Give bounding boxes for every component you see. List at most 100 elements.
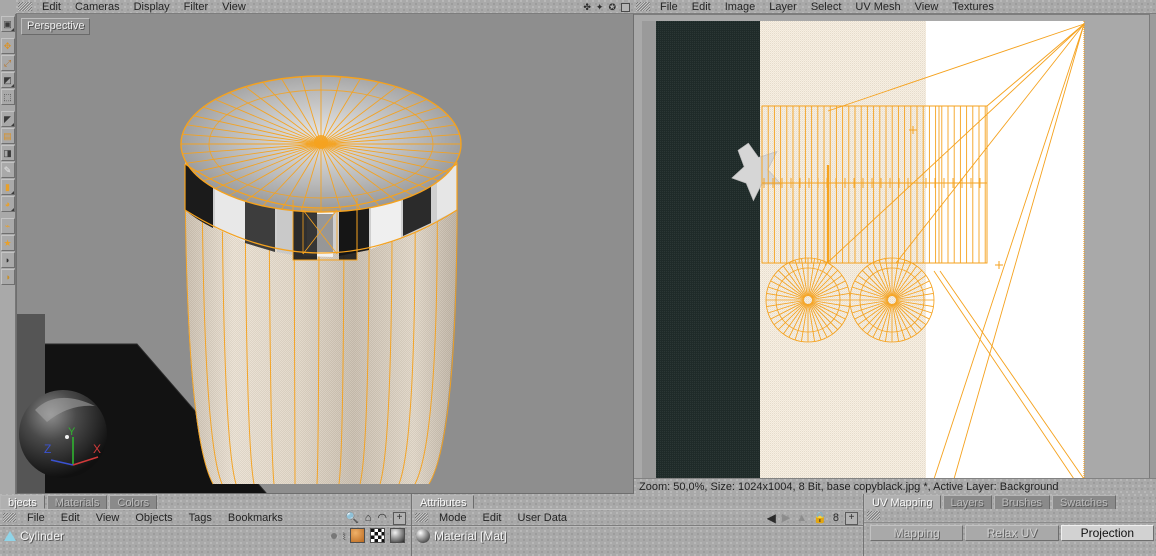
uv-menu-textures[interactable]: Textures [945, 0, 1001, 14]
object-name: Cylinder [20, 528, 65, 543]
back-arrow-icon[interactable]: ◀ [767, 512, 776, 524]
subtab-projection[interactable]: Projection [1060, 525, 1154, 541]
attributes-toolbar-icons[interactable]: ◀ ▶ ▲ 🔒 8 + [767, 510, 858, 526]
left-toolbar[interactable]: ▣ ✥ ⤢ ◩ ⬚ ◤ ▤ ◨ ✎ ▮ ◕ ⌁ ★ ◗ ◑ [0, 14, 16, 494]
viewport-3d[interactable]: Perspective Y X Z [16, 14, 634, 494]
material-sphere-icon [416, 528, 430, 543]
tab-objects[interactable]: bjects [0, 495, 45, 509]
uv-mapping-toolbar[interactable] [864, 509, 1156, 523]
home-icon[interactable]: ⌂ [365, 512, 372, 524]
lock-icon[interactable]: 🔒 [813, 512, 827, 524]
objects-menu-view[interactable]: View [88, 510, 128, 526]
viewport-menu-edit[interactable]: Edit [35, 0, 68, 14]
world-axis-icon[interactable]: ⬚ [0, 89, 15, 105]
attributes-menubar[interactable]: Mode Edit User Data ◀ ▶ ▲ 🔒 8 + [412, 509, 863, 526]
uv-menu-uv-mesh[interactable]: UV Mesh [848, 0, 907, 14]
uv-vertical-scrollbar[interactable] [1149, 14, 1156, 478]
up-arrow-icon[interactable]: ▲ [796, 512, 807, 524]
viewport-panel: Edit Cameras Display Filter View ✤ ✦ ✪ P… [16, 0, 634, 494]
tab-materials[interactable]: Materials [46, 495, 108, 509]
tab-uv-mapping[interactable]: UV Mapping [864, 495, 941, 509]
layer-dots-icon[interactable]: ⁞ [342, 531, 345, 541]
uv-menu-image[interactable]: Image [718, 0, 763, 14]
drag-grip-icon[interactable] [3, 513, 16, 522]
drag-grip-icon[interactable] [18, 2, 32, 11]
objects-menu-edit[interactable]: Edit [53, 510, 88, 526]
objects-panel: bjects Materials Colors File Edit View O… [0, 494, 412, 556]
tab-attributes[interactable]: Attributes [412, 495, 475, 509]
objects-tabrow[interactable]: bjects Materials Colors [0, 494, 411, 509]
viewport-controls[interactable]: ✤ ✦ ✪ [583, 0, 630, 14]
uv-texture-view[interactable] [634, 15, 1156, 478]
drag-grip-icon[interactable] [415, 513, 428, 522]
uv-mapping-subtabs[interactable]: Mapping Relax UV Projection [864, 523, 1156, 541]
uv-mapping-tabrow[interactable]: UV Mapping Layers Brushes Swatches [864, 494, 1156, 509]
subtab-mapping[interactable]: Mapping [870, 525, 964, 541]
attributes-tabrow[interactable]: Attributes [412, 494, 863, 509]
objects-menu-file[interactable]: File [19, 510, 53, 526]
attributes-menu-edit[interactable]: Edit [475, 510, 510, 526]
move-tool-icon[interactable]: ✥ [0, 38, 15, 54]
object-row-cylinder[interactable]: Cylinder ⁞ [0, 526, 411, 544]
layer-tool-icon[interactable]: ◑ [0, 269, 15, 285]
attributes-menu-mode[interactable]: Mode [431, 510, 475, 526]
uv-menu-select[interactable]: Select [804, 0, 849, 14]
uvw-tag-icon[interactable] [390, 528, 405, 543]
camera-rotate-icon[interactable]: ✪ [608, 2, 616, 12]
selection-tool-icon[interactable]: ▣ [0, 16, 15, 32]
add-box-icon[interactable]: + [845, 511, 858, 525]
shadow-tool-icon[interactable]: ◗ [0, 252, 15, 268]
bottom-panels: bjects Materials Colors File Edit View O… [0, 494, 1156, 556]
search-icon[interactable]: 🔍 [345, 512, 359, 524]
object-row-icons[interactable]: ⁞ [331, 528, 411, 543]
objects-menu-bookmarks[interactable]: Bookmarks [220, 510, 291, 526]
viewport-menu-view[interactable]: View [215, 0, 253, 14]
fill-tool-icon[interactable]: ▮ [0, 179, 15, 195]
uv-canvas[interactable] [634, 14, 1156, 478]
tab-brushes[interactable]: Brushes [993, 495, 1050, 509]
drag-grip-icon[interactable] [636, 2, 650, 11]
viewport-menubar[interactable]: Edit Cameras Display Filter View ✤ ✦ ✪ [16, 0, 634, 14]
texture-tag-icon[interactable] [370, 528, 385, 543]
paint-tool-icon[interactable]: ◕ [0, 196, 15, 212]
uv-menu-layer[interactable]: Layer [762, 0, 804, 14]
uv-menu-file[interactable]: File [653, 0, 685, 14]
visibility-dot-icon[interactable] [331, 532, 338, 539]
material-tag-icon[interactable] [350, 528, 365, 543]
edges-mode-icon[interactable]: ▤ [0, 128, 15, 144]
uv-menu-edit[interactable]: Edit [685, 0, 718, 14]
tab-layers[interactable]: Layers [942, 495, 992, 509]
star-tool-icon[interactable]: ★ [0, 235, 15, 251]
uv-editor-menubar[interactable]: File Edit Image Layer Select UV Mesh Vie… [634, 0, 1156, 14]
camera-pan-icon[interactable]: ✦ [596, 2, 604, 12]
add-box-icon[interactable]: + [393, 511, 406, 525]
tab-colors[interactable]: Colors [109, 495, 158, 509]
subtab-relax-uv[interactable]: Relax UV [965, 525, 1059, 541]
objects-menu-tags[interactable]: Tags [181, 510, 220, 526]
rotate-tool-icon[interactable]: ◩ [0, 72, 15, 88]
objects-menu-objects[interactable]: Objects [127, 510, 180, 526]
uv-status-text: Zoom: 50,0%, Size: 1024x1004, 8 Bit, bas… [639, 480, 1059, 493]
scale-tool-icon[interactable]: ⤢ [0, 55, 15, 71]
eye-icon[interactable]: ◠ [377, 512, 387, 524]
uv-tool-icon[interactable]: ⌁ [0, 218, 15, 234]
viewport-menu-cameras[interactable]: Cameras [68, 0, 127, 14]
points-mode-icon[interactable]: ◤ [0, 111, 15, 127]
axis-label-x: X [93, 442, 101, 456]
uv-menu-view[interactable]: View [908, 0, 946, 14]
forward-arrow-icon[interactable]: ▶ [782, 512, 790, 524]
viewport-scene [17, 75, 462, 493]
brush-tool-icon[interactable]: ✎ [0, 162, 15, 178]
camera-move-icon[interactable]: ✤ [583, 2, 591, 12]
attributes-menu-user-data[interactable]: User Data [510, 510, 576, 526]
viewport-menu-filter[interactable]: Filter [177, 0, 215, 14]
attributes-row-material[interactable]: Material [Mat] [412, 526, 863, 544]
maximize-icon[interactable] [621, 2, 630, 12]
objects-menubar[interactable]: File Edit View Objects Tags Bookmarks 🔍 … [0, 509, 411, 526]
polygons-mode-icon[interactable]: ◨ [0, 145, 15, 161]
objects-toolbar-icons[interactable]: 🔍 ⌂ ◠ + [345, 510, 406, 526]
viewport-menu-display[interactable]: Display [127, 0, 177, 14]
toolbar-divider-1 [1, 33, 15, 37]
tab-swatches[interactable]: Swatches [1051, 495, 1116, 509]
drag-grip-icon[interactable] [867, 511, 880, 520]
